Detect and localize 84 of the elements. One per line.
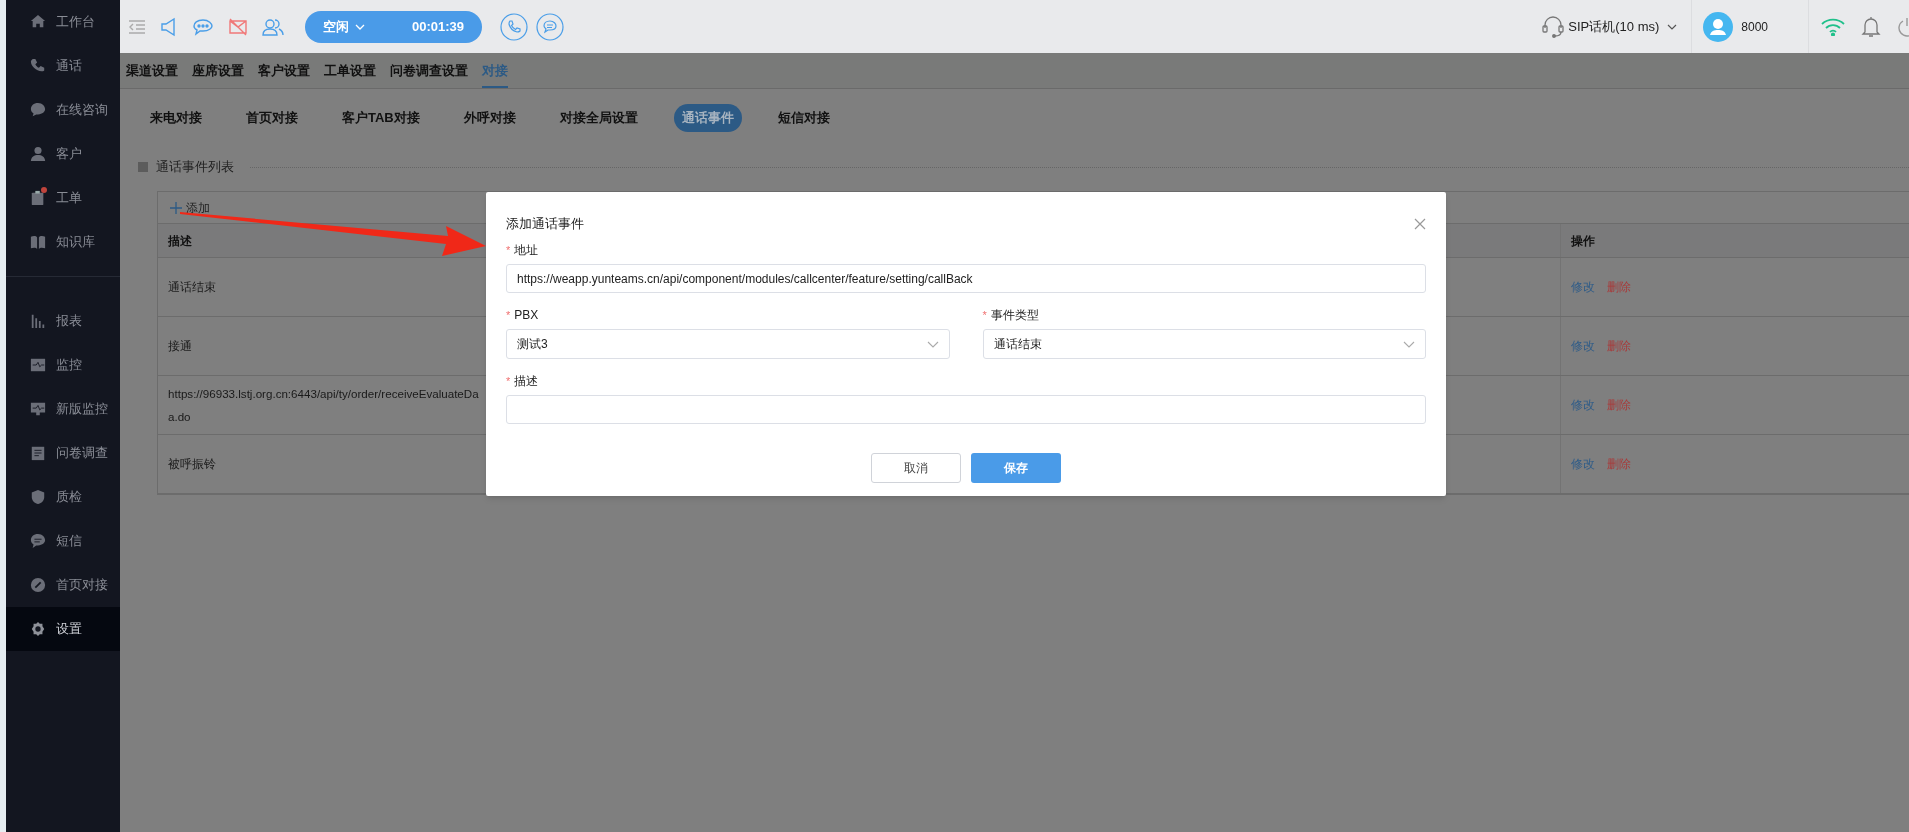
cancel-button[interactable]: 取消 [871, 453, 961, 483]
menu-item-icon [30, 58, 46, 74]
sidebar-item[interactable]: 报表 [6, 299, 120, 343]
caret-icon [355, 23, 365, 30]
sub-tab[interactable]: 首页对接 [238, 104, 306, 132]
menu-item-icon [30, 102, 46, 118]
speaker-icon [160, 16, 178, 37]
field-label: 事件类型 [990, 307, 1039, 324]
sidebar-item[interactable]: 客户 [6, 132, 120, 176]
menu-item-icon [30, 401, 46, 417]
menu-item-icon [30, 357, 46, 373]
sidebar-item[interactable]: 在线咨询 [6, 88, 120, 132]
section-title: 通话事件列表 [156, 158, 234, 177]
menu-item-icon [30, 577, 46, 593]
input-field[interactable]: https://weapp.yunteams.cn/api/component/modules/callcenter/feature/setting/callBack [506, 264, 1426, 293]
table-cell-text: 接通 [168, 338, 192, 355]
field-label: PBX [514, 307, 539, 324]
sidebar-item[interactable]: 工作台 [6, 0, 120, 44]
sidebar-item[interactable]: 质检 [6, 475, 120, 519]
sidebar-item[interactable]: 问卷调查 [6, 431, 120, 475]
sub-tab[interactable]: 来电对接 [142, 104, 210, 132]
required-mark: * [506, 242, 511, 258]
column-header: 描述 [168, 232, 192, 250]
plus-icon [170, 201, 182, 214]
menu-item-icon [30, 445, 46, 461]
agent-number: 8000 [1741, 18, 1768, 36]
menu-item-icon [30, 313, 46, 329]
chevron-down-icon [1403, 340, 1415, 348]
caret-icon [1667, 23, 1678, 30]
table-cell-text: https://96933.lstj.org.cn:6443/api/ty/order/receiveEvaluateDa [168, 385, 479, 402]
sidebar-item[interactable]: 监控 [6, 343, 120, 387]
table-cell-text: a.do [168, 409, 191, 425]
sidebar-item[interactable]: 设置 [6, 607, 120, 651]
menu-item-icon [30, 190, 46, 206]
chevron-down-icon [926, 340, 939, 348]
sub-tab[interactable]: 客户TAB对接 [334, 104, 428, 132]
select-field[interactable]: 通话结束 [982, 329, 1426, 359]
input-field[interactable] [506, 395, 1426, 424]
status-button[interactable]: 空闲 00:01:39 [305, 10, 482, 43]
table-cell-text: 被呼振铃 [168, 456, 216, 473]
menu-item-icon [30, 621, 46, 637]
sidebar-item[interactable]: 知识库 [6, 220, 120, 264]
tab[interactable]: 渠道设置 [126, 56, 178, 88]
menu-item-icon [30, 489, 46, 505]
select-field[interactable]: 测试3 [506, 329, 950, 359]
required-mark: * [506, 373, 511, 389]
menu-item-icon [30, 234, 46, 250]
sub-tab[interactable]: 对接全局设置 [551, 104, 646, 132]
sidebar-item[interactable]: 首页对接 [6, 563, 120, 607]
headset-icon [1542, 14, 1565, 39]
table-cell-text: 通话结束 [168, 279, 216, 296]
users-icon [262, 17, 284, 36]
save-button[interactable]: 保存 [971, 453, 1061, 483]
sidebar-item[interactable]: 新版监控 [6, 387, 120, 431]
sidebar-item[interactable]: 工单 [6, 176, 120, 220]
message-icon[interactable] [536, 12, 564, 41]
sidebar-item[interactable]: 短信 [6, 519, 120, 563]
tab[interactable]: 工单设置 [324, 56, 376, 88]
sub-tab[interactable]: 短信对接 [769, 104, 838, 132]
tab[interactable]: 问卷调查设置 [390, 56, 468, 88]
field-label: 地址 [514, 242, 539, 259]
chat-icon [192, 17, 214, 36]
avatar-icon [1703, 11, 1734, 42]
tab[interactable]: 座席设置 [192, 56, 244, 88]
menu-item-icon [30, 146, 46, 162]
sub-tab[interactable]: 外呼对接 [455, 104, 524, 132]
sidebar-item[interactable]: 通话 [6, 44, 120, 88]
sub-tab[interactable]: 通话事件 [673, 104, 742, 132]
required-mark: * [982, 307, 987, 323]
required-mark: * [506, 307, 511, 323]
phone-icon[interactable] [500, 12, 528, 41]
tab[interactable]: 客户设置 [258, 56, 310, 88]
add-button[interactable]: 添加 [170, 198, 210, 217]
menu-item-icon [30, 533, 46, 549]
close-icon[interactable] [1414, 218, 1426, 230]
wifi-icon [1821, 17, 1845, 36]
crossed-mail-icon [228, 17, 248, 36]
square-icon [138, 162, 148, 172]
column-header: 操作 [1571, 232, 1595, 250]
field-label: 描述 [514, 373, 539, 390]
bell-icon[interactable] [1861, 15, 1881, 38]
collapse-menu-icon [128, 18, 146, 35]
menu-item-icon [30, 14, 46, 30]
dialog-title: 添加通话事件 [506, 215, 584, 234]
